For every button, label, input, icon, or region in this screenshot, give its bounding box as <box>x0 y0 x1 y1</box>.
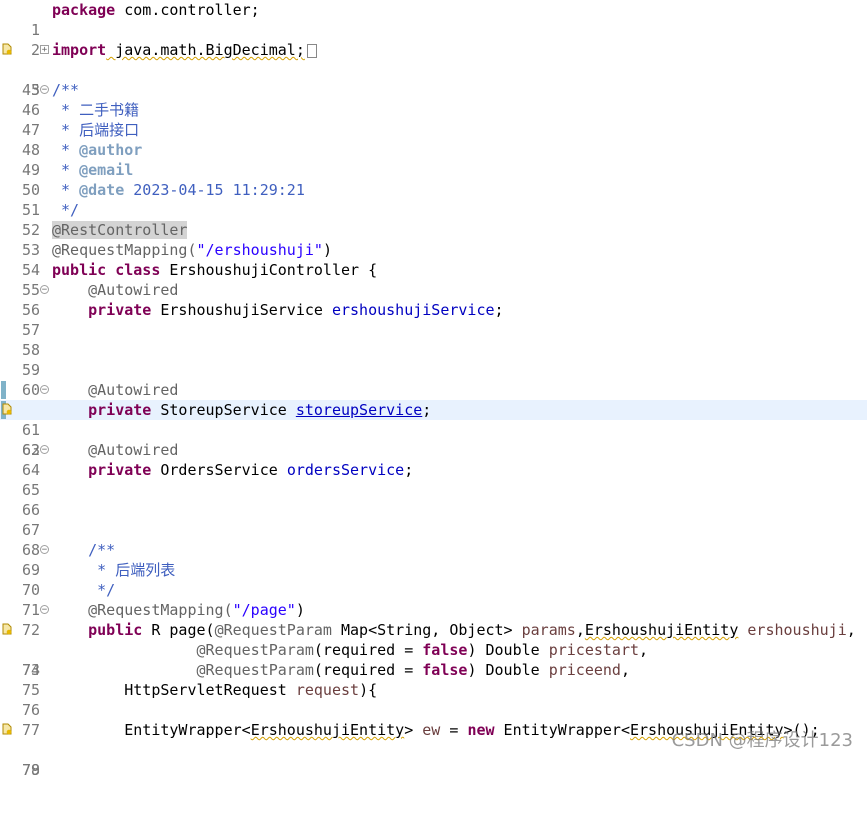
code-line-3[interactable]: 3 + import java.math.BigDecimal; <box>0 40 867 99</box>
code-line-46[interactable]: 46 − /** <box>0 80 867 119</box>
code-text: */ <box>52 201 80 219</box>
code-text: private ErshoushujiService ershoushujiSe… <box>88 301 504 319</box>
collapse-fold-icon[interactable]: − <box>40 385 49 395</box>
code-text: @RequestMapping("/ershoushuji") <box>52 241 332 259</box>
collapse-fold-icon[interactable]: − <box>40 85 49 95</box>
code-line-55[interactable]: 55 public class ErshoushujiController { <box>0 260 867 299</box>
code-text: @RequestMapping("/page") <box>52 601 305 619</box>
code-line-69[interactable]: 69 − /** <box>0 540 867 579</box>
warning-icon[interactable] <box>0 40 14 60</box>
line-number: 79 <box>21 761 40 779</box>
code-line-72[interactable]: 72 − @RequestMapping("/page") <box>0 600 867 639</box>
code-text: @RestController <box>52 221 188 239</box>
code-text: * @date 2023-04-15 11:29:21 <box>52 181 305 199</box>
code-text: public R page(@RequestParam Map<String, … <box>88 621 856 639</box>
code-text: * 后端接口 <box>52 121 140 139</box>
code-text: import java.math.BigDecimal; <box>52 40 317 60</box>
code-line-49[interactable]: 49 * @author <box>0 140 867 179</box>
code-line-50[interactable]: 50 * @email <box>0 160 867 199</box>
change-marker <box>0 380 14 400</box>
code-line-67[interactable]: 67 <box>0 500 867 539</box>
code-line-76[interactable]: 76 HttpServletRequest request){ <box>0 680 867 719</box>
code-line-71[interactable]: 71 */ <box>0 580 867 619</box>
code-line-64[interactable]: 64 − @Autowired <box>0 440 867 479</box>
code-line-62[interactable]: 62 private StoreupService storeupService… <box>0 400 867 459</box>
warning-icon[interactable] <box>0 400 14 420</box>
code-line-53[interactable]: 53 @RestController <box>0 220 867 259</box>
code-line-54[interactable]: 54 @RequestMapping("/ershoushuji") <box>0 240 867 279</box>
code-line-57[interactable]: 57 private ErshoushujiService ershoushuj… <box>0 300 867 339</box>
code-text: public class ErshoushujiController { <box>52 261 378 279</box>
code-text: @Autowired <box>52 281 179 299</box>
watermark: CSDN @程序设计123 <box>671 730 853 751</box>
code-text: package com.controller; <box>52 1 260 19</box>
warning-icon[interactable] <box>0 720 14 740</box>
code-line-48[interactable]: 48 * 后端接口 <box>0 120 867 159</box>
code-line-73[interactable]: 73 public R page(@RequestParam Map<Strin… <box>0 620 867 679</box>
code-line-61[interactable]: 61 − @Autowired <box>0 380 867 439</box>
code-line-58[interactable]: 58 <box>0 320 867 359</box>
collapse-fold-icon[interactable]: − <box>40 545 49 555</box>
code-line-47[interactable]: 47 * 二手书籍 <box>0 100 867 139</box>
code-text: /** <box>52 81 80 99</box>
code-text: */ <box>52 581 116 599</box>
code-text: * @email <box>52 161 134 179</box>
code-text: HttpServletRequest request){ <box>52 681 378 699</box>
code-text: /** <box>52 541 116 559</box>
code-line-51[interactable]: 51 * @date 2023-04-15 11:29:21 <box>0 180 867 219</box>
code-text: @Autowired <box>52 441 179 459</box>
code-text: * @author <box>52 141 143 159</box>
collapse-fold-icon[interactable]: − <box>40 445 49 455</box>
code-line-66[interactable]: 66 <box>0 480 867 519</box>
code-line-52[interactable]: 52 */ <box>0 200 867 239</box>
code-text: @RequestParam(required = false) Double p… <box>196 641 649 659</box>
code-line-1[interactable]: 1 package com.controller; <box>0 0 867 39</box>
code-text: private OrdersService ordersService; <box>88 461 414 479</box>
code-line-75[interactable]: 75 @RequestParam(required = false) Doubl… <box>0 660 867 699</box>
code-text: private StoreupService storeupService; <box>88 401 432 419</box>
code-text: @Autowired <box>52 381 179 399</box>
collapse-fold-icon[interactable]: − <box>40 285 49 295</box>
warning-icon[interactable] <box>0 620 14 640</box>
code-line-70[interactable]: 70 * 后端列表 <box>0 560 867 599</box>
code-line-56[interactable]: 56 − @Autowired <box>0 280 867 319</box>
code-text: * 二手书籍 <box>52 101 140 119</box>
code-line-77[interactable]: 77 <box>0 700 867 739</box>
code-editor[interactable]: 1 package com.controller; 2 3 + import j… <box>0 0 867 779</box>
code-text: * 后端列表 <box>52 561 176 579</box>
code-line-65[interactable]: 65 private OrdersService ordersService; <box>0 460 867 499</box>
collapse-fold-icon[interactable]: − <box>40 605 49 615</box>
code-line-74[interactable]: 74 @RequestParam(required = false) Doubl… <box>0 640 867 679</box>
code-line-45[interactable]: 45 <box>0 60 867 99</box>
code-line-59[interactable]: 59 <box>0 340 867 379</box>
expand-fold-icon[interactable]: + <box>40 45 49 55</box>
code-line-2[interactable]: 2 <box>0 20 867 59</box>
code-line-68[interactable]: 68 <box>0 520 867 559</box>
collapsed-imports-icon[interactable] <box>306 43 317 58</box>
code-text: @RequestParam(required = false) Double p… <box>196 661 631 679</box>
code-line-63[interactable]: 63 <box>0 420 867 459</box>
code-line-60[interactable]: 60 <box>0 360 867 399</box>
